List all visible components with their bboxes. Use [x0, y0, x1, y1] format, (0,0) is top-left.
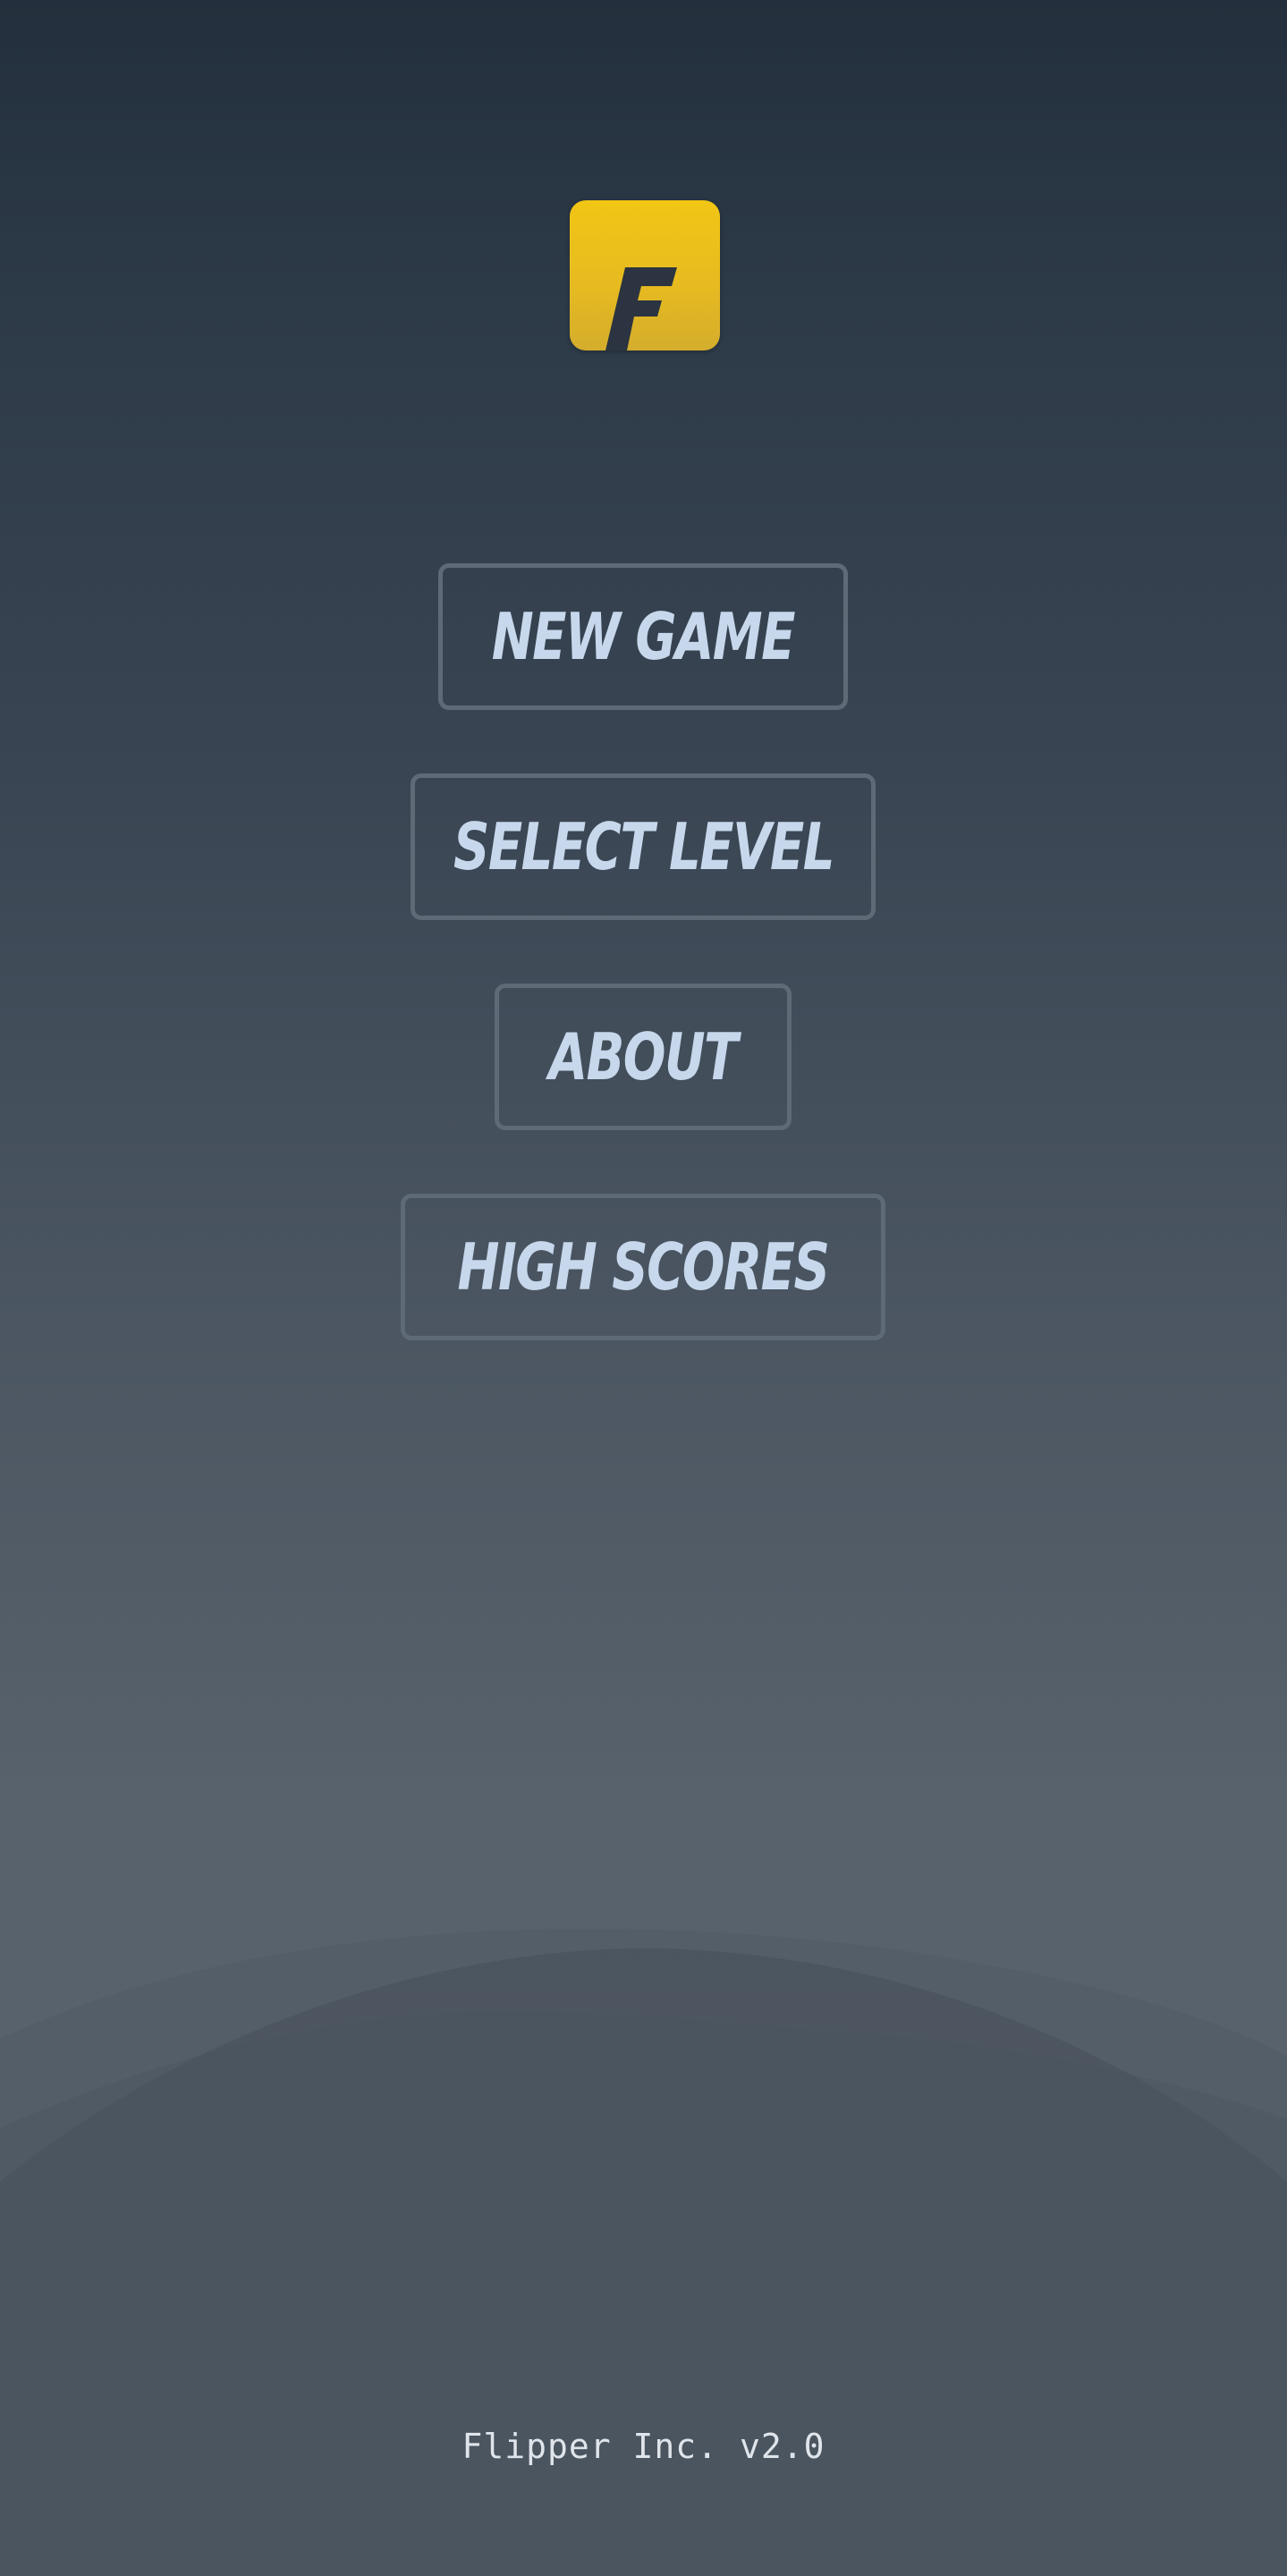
- about-label: About: [548, 1019, 739, 1094]
- main-menu-screen: { "logo": { "letter": "F", "color": "#f2…: [0, 0, 1287, 2576]
- high-scores-label: High Scores: [457, 1229, 830, 1305]
- logo-f-icon: [605, 267, 677, 351]
- background-hills: [0, 1928, 1287, 2576]
- about-button[interactable]: About: [495, 984, 792, 1130]
- version-footer: Flipper Inc. v2.0: [461, 2427, 826, 2466]
- app-logo: [570, 200, 720, 351]
- high-scores-button[interactable]: High Scores: [401, 1194, 885, 1340]
- new-game-label: New Game: [491, 599, 796, 674]
- select-level-label: Select Level: [453, 809, 834, 884]
- select-level-button[interactable]: Select Level: [411, 773, 876, 920]
- new-game-button[interactable]: New Game: [438, 563, 848, 710]
